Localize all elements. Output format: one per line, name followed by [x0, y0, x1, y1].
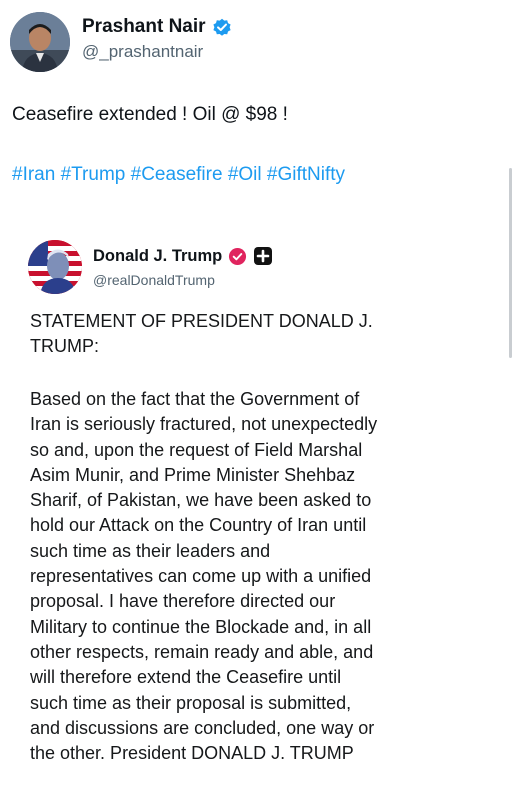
hashtag-link[interactable]: #Oil — [228, 164, 262, 185]
tweet-header: Prashant Nair @_prashantnair — [10, 10, 490, 74]
statement-body-line: Sharif, of Pakistan, we have been asked … — [30, 490, 372, 511]
quoted-post[interactable]: Donald J. Trump @realDonaldTrump STATEME… — [10, 222, 504, 800]
statement-body-line: Based on the fact that the Government of — [30, 389, 360, 409]
hashtag-link[interactable]: #Ceasefire — [131, 164, 223, 185]
statement-body-line: so and, upon the request of Field Marsha… — [30, 439, 363, 460]
statement-body-line: Asim Munir, and Prime Minister Shehbaz — [30, 464, 356, 485]
verified-badge-icon — [212, 17, 232, 37]
statement-body-line: other respects, remain ready and able, a… — [30, 641, 374, 662]
author-display-name[interactable]: Prashant Nair — [82, 16, 206, 38]
statement-body-line: such time as their proposal is submitted… — [30, 692, 352, 713]
statement-body-line: will therefore extend the Ceasefire unti… — [30, 667, 342, 688]
statement-title-line: TRUMP: — [30, 336, 99, 356]
tweet: Prashant Nair @_prashantnair Ceasefire e… — [0, 0, 514, 800]
statement-body: Based on the fact that the Government of… — [30, 387, 470, 766]
statement-body-line: hold our Attack on the Country of Iran u… — [30, 515, 367, 536]
statement-body-line: Iran is seriously fractured, not unexpec… — [30, 414, 378, 435]
author-avatar[interactable] — [10, 12, 70, 72]
quoted-author-info: Donald J. Trump @realDonaldTrump — [93, 246, 273, 288]
quoted-author-handle[interactable]: @realDonaldTrump — [93, 272, 273, 288]
statement-body-line: and discussions are concluded, one way o… — [30, 717, 375, 738]
profile-photo-icon — [10, 12, 70, 72]
quoted-author-avatar[interactable] — [28, 240, 82, 294]
quoted-author-name-row: Donald J. Trump — [93, 246, 273, 266]
statement-body-line: such time as their leaders and — [30, 540, 271, 561]
statement-body-line: proposal. I have therefore directed our — [30, 591, 336, 612]
profile-photo-icon — [28, 240, 82, 294]
statement-body-line: the other. President DONALD J. TRUMP — [30, 743, 354, 764]
plus-badge-icon — [253, 246, 273, 266]
hashtag-list: #Iran #Trump #Ceasefire #Oil #GiftNifty — [12, 164, 345, 186]
hashtag-link[interactable]: #Trump — [61, 164, 126, 185]
statement-body-line: Military to continue the Blockade and, i… — [30, 616, 372, 637]
statement-title: STATEMENT OF PRESIDENT DONALD J. TRUMP: — [30, 309, 450, 359]
author-handle[interactable]: @_prashantnair — [82, 42, 232, 62]
tweet-text: Ceasefire extended ! Oil @ $98 ! — [12, 104, 288, 125]
author-name-row: Prashant Nair — [82, 16, 232, 38]
statement-body-line: representatives can come up with a unifi… — [30, 566, 372, 587]
scrollbar-thumb[interactable] — [509, 168, 512, 358]
quoted-author-display-name[interactable]: Donald J. Trump — [93, 247, 222, 266]
author-info: Prashant Nair @_prashantnair — [82, 16, 232, 62]
statement-title-line: STATEMENT OF PRESIDENT DONALD J. — [30, 311, 373, 331]
verified-badge-icon — [228, 247, 247, 266]
hashtag-link[interactable]: #Iran — [12, 164, 55, 185]
hashtag-link[interactable]: #GiftNifty — [267, 164, 345, 185]
